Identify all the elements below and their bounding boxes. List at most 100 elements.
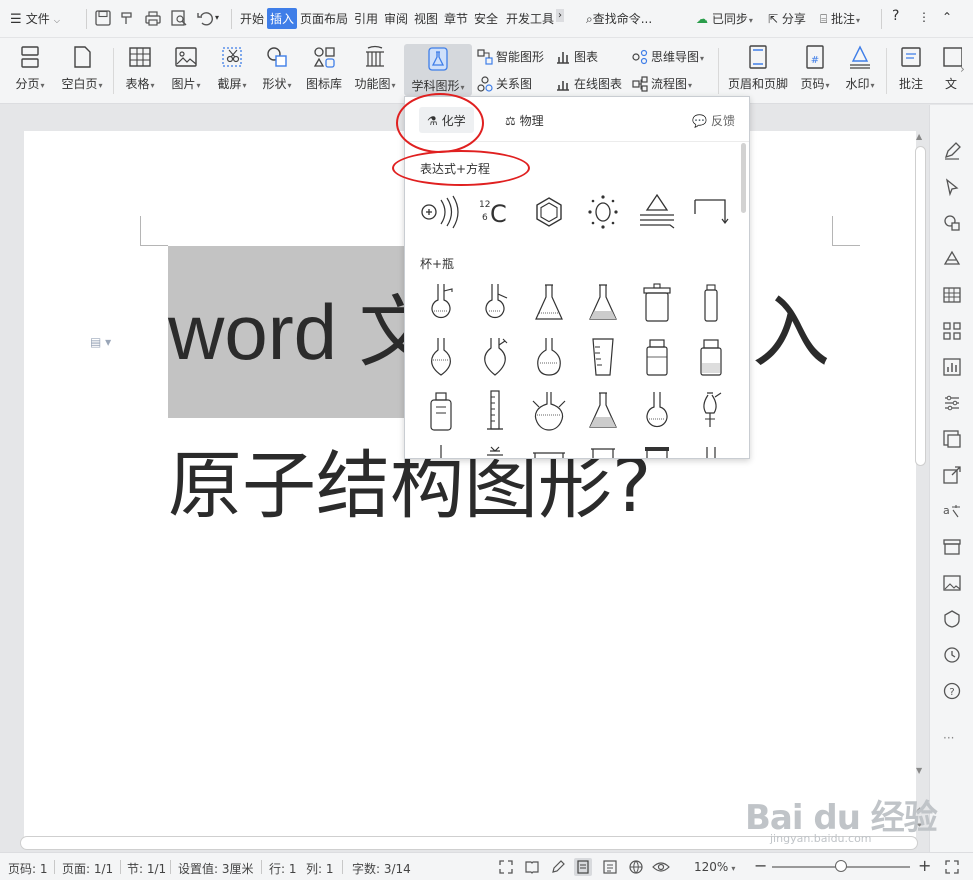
atom-shell-icon[interactable] [417, 190, 461, 234]
tab-chapter[interactable]: 章节 [444, 10, 468, 27]
function-chart-button[interactable]: 功能图▾ [351, 44, 399, 92]
translate-icon[interactable]: a [942, 501, 962, 521]
tab-review[interactable]: 审阅 [384, 10, 408, 27]
screenshot-button[interactable]: 截屏▾ [214, 44, 250, 92]
round-bottom-bottle-icon[interactable] [527, 335, 571, 379]
share-button[interactable]: ⇱ 分享 [768, 10, 806, 27]
status-column[interactable]: 列: 1 [306, 860, 334, 877]
file-menu[interactable]: ☰ 文件 ⌵ [10, 10, 60, 27]
scroll-down-arrow-icon[interactable]: ▼ [916, 766, 922, 775]
document-text-line1[interactable]: word 文 [168, 293, 437, 371]
status-section[interactable]: 节: 1/1 [127, 860, 166, 877]
chart-tool-icon[interactable] [942, 357, 962, 377]
picture-button[interactable]: 图片▾ [168, 44, 204, 92]
zoom-slider-thumb[interactable] [835, 860, 847, 872]
fit-window-icon[interactable] [944, 859, 960, 875]
status-pages[interactable]: 页面: 1/1 [62, 860, 113, 877]
glassware-item[interactable] [689, 443, 733, 459]
table-button[interactable]: 表格▾ [122, 44, 158, 92]
status-row[interactable]: 行: 1 [269, 860, 297, 877]
archive-icon[interactable] [942, 537, 962, 557]
electron-dot-icon[interactable] [581, 190, 625, 234]
vertical-scrollbar-thumb[interactable] [915, 146, 926, 466]
tab-references[interactable]: 引用 [354, 10, 378, 27]
reading-mode-icon[interactable] [524, 859, 540, 875]
shield-icon[interactable] [942, 609, 962, 629]
reagent-bottle-icon[interactable] [635, 335, 679, 379]
document-text-line2[interactable]: 原子结构图形? [168, 449, 651, 523]
style-icon[interactable] [942, 249, 962, 269]
status-page-number[interactable]: 页码: 1 [8, 860, 48, 877]
save-icon[interactable] [94, 9, 112, 27]
picture-tool-icon[interactable] [942, 573, 962, 593]
fullscreen-icon[interactable] [498, 859, 514, 875]
glassware-item[interactable] [527, 443, 571, 459]
format-painter-icon[interactable] [118, 9, 136, 27]
chart-button[interactable]: 图表 [555, 48, 598, 65]
zoom-out-button[interactable]: − [754, 856, 767, 875]
print-preview-icon[interactable] [170, 9, 188, 27]
header-footer-button[interactable]: 页眉和页脚 [726, 44, 790, 92]
narrow-mouth-bottle-icon[interactable] [419, 389, 463, 433]
tab-view[interactable]: 视图 [414, 10, 438, 27]
tab-page-layout[interactable]: 页面布局 [300, 10, 348, 27]
history-icon[interactable] [942, 645, 962, 665]
carbon-isotope-icon[interactable]: 12 6 C [473, 190, 517, 234]
status-setting-value[interactable]: 设置值: 3厘米 [178, 860, 254, 877]
pagination-button[interactable]: 分页▾ [10, 44, 50, 92]
subject-graphics-button[interactable]: 学科图形▾ [404, 44, 472, 96]
glassware-item[interactable] [635, 443, 679, 459]
tab-developer[interactable]: 开发工具 [506, 10, 554, 27]
textbox-button[interactable]: 文 [940, 44, 962, 92]
ribbon-scroll-right-icon[interactable]: › [960, 62, 965, 76]
conical-flask-filled-icon[interactable] [581, 281, 625, 325]
tab-security[interactable]: 安全 [474, 10, 498, 27]
pen-icon[interactable] [942, 141, 962, 161]
outline-view-icon[interactable] [602, 859, 618, 875]
reaction-arrow-triangle-icon[interactable] [635, 190, 679, 234]
web-view-icon[interactable] [628, 859, 644, 875]
grid-apps-icon[interactable] [942, 321, 962, 341]
erlenmeyer-flask-icon[interactable] [527, 281, 571, 325]
feedback-link[interactable]: 💬 反馈 [692, 112, 735, 129]
help-icon[interactable]: ? [892, 8, 899, 24]
conical-flask-liquid-icon[interactable] [581, 389, 625, 433]
separatory-flask-icon[interactable] [473, 335, 517, 379]
glassware-item[interactable] [419, 443, 463, 459]
pointer-icon[interactable] [942, 177, 962, 197]
zoom-in-button[interactable]: + [918, 856, 931, 875]
watermark-button[interactable]: 水印▾ [841, 44, 879, 92]
distilling-flask-icon[interactable] [473, 281, 517, 325]
annotate-button[interactable]: ⌸ 批注▾ [820, 10, 860, 27]
image-gallery-icon[interactable] [942, 429, 962, 449]
icon-library-button[interactable]: 图标库 [304, 44, 344, 92]
flowchart-button[interactable]: 流程图▾ [632, 75, 692, 92]
eye-protection-icon[interactable] [652, 859, 670, 875]
write-mode-icon[interactable] [550, 859, 566, 875]
panel-scrollbar-thumb[interactable] [741, 143, 746, 213]
more-options-icon[interactable]: ⋮ [918, 10, 930, 24]
page-number-button[interactable]: # 页码▾ [797, 44, 833, 92]
beaker-measuring-icon[interactable] [581, 335, 625, 379]
table-tool-icon[interactable] [942, 285, 962, 305]
blank-page-button[interactable]: 空白页▾ [57, 44, 107, 92]
tab-physics[interactable]: ⚖ 物理 [497, 107, 552, 133]
mindmap-button[interactable]: 思维导图▾ [632, 48, 704, 65]
export-icon[interactable] [942, 465, 962, 485]
round-flask-side-arm-icon[interactable] [419, 281, 463, 325]
tab-home[interactable]: 开始 [240, 10, 264, 27]
shape-tool-icon[interactable] [942, 213, 962, 233]
smart-graphic-button[interactable]: 智能图形 [477, 48, 544, 65]
online-chart-button[interactable]: 在线图表 [555, 75, 622, 92]
glassware-item[interactable] [581, 443, 625, 459]
comment-button[interactable]: 批注 [894, 44, 928, 92]
undo-dropdown-icon[interactable]: ▾ [215, 13, 219, 22]
separatory-funnel-icon[interactable] [689, 389, 733, 433]
more-tabs-arrow-icon[interactable]: › [556, 9, 564, 22]
relation-chart-button[interactable]: 关系图 [477, 75, 532, 92]
more-dots-icon[interactable]: ··· [943, 731, 954, 745]
zoom-level[interactable]: 120% ▾ [694, 860, 735, 874]
adjust-sliders-icon[interactable] [942, 393, 962, 413]
graduated-cylinder-icon[interactable] [473, 389, 517, 433]
benzene-ring-icon[interactable] [527, 190, 571, 234]
